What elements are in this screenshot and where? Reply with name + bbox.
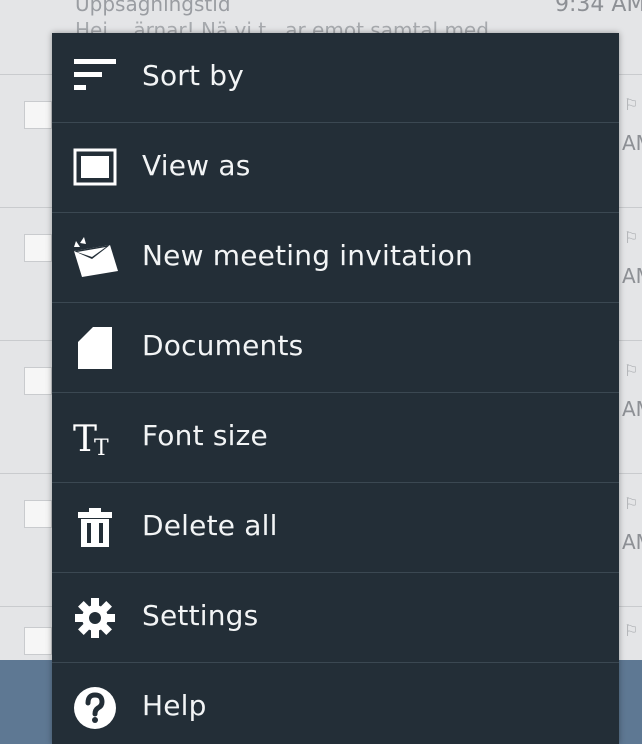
menu-item-view-as[interactable]: View as xyxy=(52,123,619,213)
options-menu: Sort by View as New meeting invitation D… xyxy=(52,33,619,744)
font-size-icon: T T xyxy=(72,415,118,461)
email-time: 9:34 AM xyxy=(555,0,642,17)
email-checkbox[interactable] xyxy=(24,367,52,395)
flag-icon[interactable]: ⚐ xyxy=(624,228,642,247)
menu-item-sort-by[interactable]: Sort by xyxy=(52,33,619,123)
menu-item-help[interactable]: Help xyxy=(52,663,619,744)
email-time-fragment: AM xyxy=(622,131,642,155)
email-time-fragment: AM xyxy=(622,264,642,288)
email-time-fragment: AM xyxy=(622,397,642,421)
menu-item-label: Documents xyxy=(142,329,304,362)
menu-item-font-size[interactable]: T T Font size xyxy=(52,393,619,483)
menu-item-documents[interactable]: Documents xyxy=(52,303,619,393)
email-checkbox[interactable] xyxy=(24,234,52,262)
menu-item-label: Sort by xyxy=(142,59,245,92)
trash-icon xyxy=(72,505,118,551)
menu-item-label: Help xyxy=(142,689,207,722)
meeting-invitation-icon xyxy=(72,235,118,281)
menu-item-label: New meeting invitation xyxy=(142,239,473,272)
flag-icon[interactable]: ⚐ xyxy=(624,361,642,380)
email-checkbox[interactable] xyxy=(24,500,52,528)
email-checkbox[interactable] xyxy=(24,101,52,129)
document-icon xyxy=(72,325,118,371)
menu-item-new-meeting-invitation[interactable]: New meeting invitation xyxy=(52,213,619,303)
menu-item-delete-all[interactable]: Delete all xyxy=(52,483,619,573)
flag-icon[interactable]: ⚐ xyxy=(624,95,642,114)
menu-item-label: Font size xyxy=(142,419,268,452)
email-time-fragment: AM xyxy=(622,530,642,554)
sort-icon xyxy=(72,55,118,101)
menu-item-settings[interactable]: Settings xyxy=(52,573,619,663)
menu-item-label: View as xyxy=(142,149,251,182)
gear-icon xyxy=(72,595,118,641)
svg-text:T: T xyxy=(94,436,109,461)
view-as-icon xyxy=(72,145,118,191)
flag-icon[interactable]: ⚐ xyxy=(624,494,642,513)
email-subject: Uppsägningstid xyxy=(75,0,231,16)
menu-item-label: Settings xyxy=(142,599,259,632)
screen: Uppsägningstid Hej ...ärnar! Nä vi t...a… xyxy=(0,0,642,744)
help-icon xyxy=(72,685,118,731)
menu-item-label: Delete all xyxy=(142,509,278,542)
flag-icon[interactable]: ⚐ xyxy=(624,621,642,640)
email-checkbox[interactable] xyxy=(24,627,52,655)
